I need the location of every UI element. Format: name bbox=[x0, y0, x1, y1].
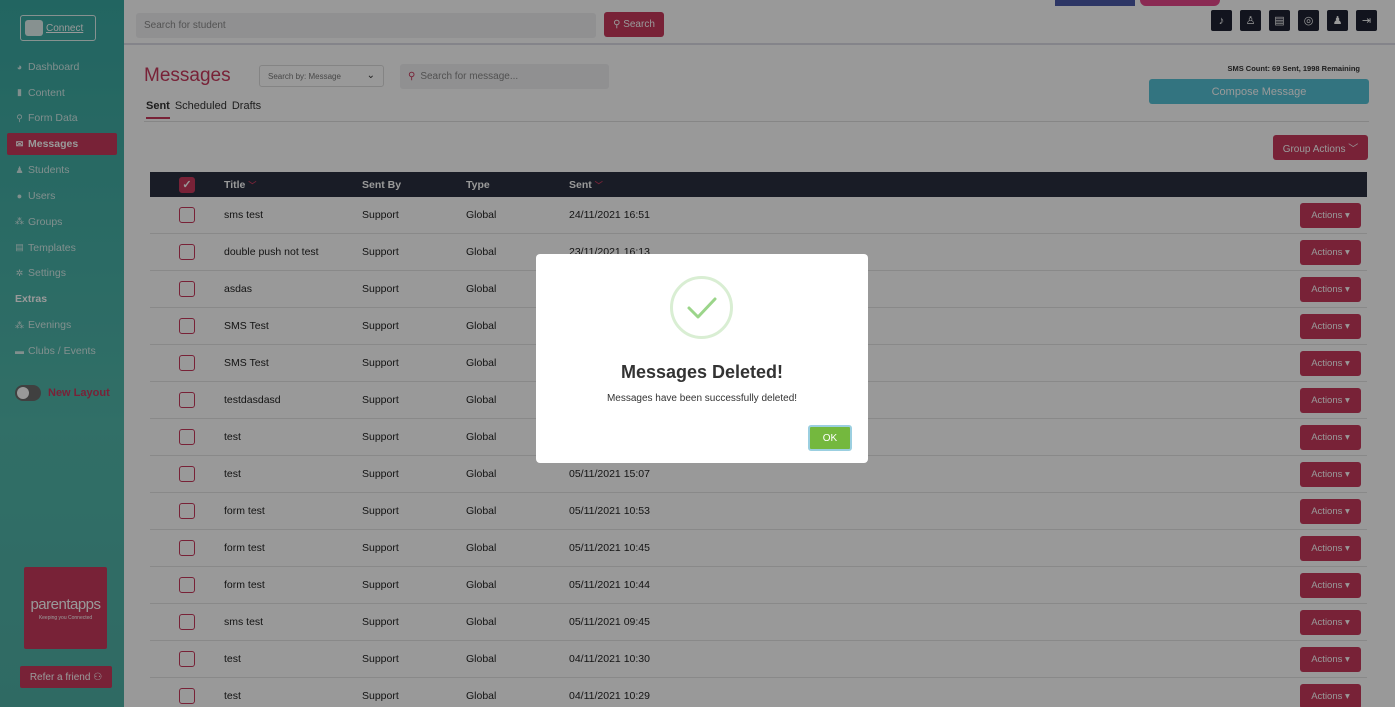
ok-button[interactable]: OK bbox=[808, 425, 852, 451]
success-check-icon bbox=[670, 276, 733, 339]
dialog-message: Messages have been successfully deleted! bbox=[606, 393, 798, 404]
success-dialog: Messages Deleted! Messages have been suc… bbox=[536, 254, 868, 463]
dialog-title: Messages Deleted! bbox=[620, 362, 784, 382]
modal-overlay[interactable]: Messages Deleted! Messages have been suc… bbox=[0, 0, 1395, 707]
